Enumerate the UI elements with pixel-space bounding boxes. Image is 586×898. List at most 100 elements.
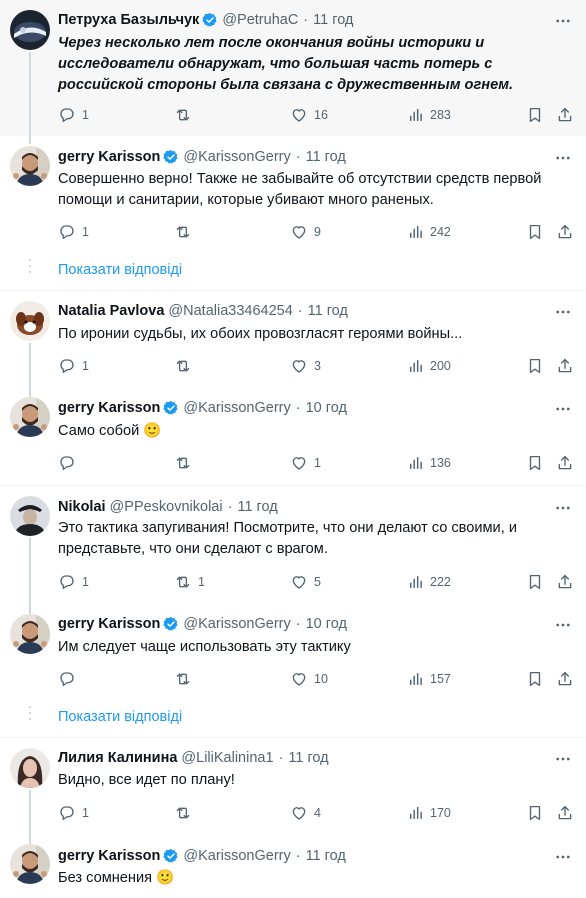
timestamp[interactable]: 11 год — [306, 848, 346, 864]
share-button[interactable] — [556, 453, 574, 473]
more-icon[interactable] — [554, 400, 572, 418]
like-button[interactable]: 3 — [290, 356, 321, 376]
share-button[interactable] — [556, 222, 574, 242]
tweet-reply[interactable]: gerry Karisson @KarissonGerry · 10 год С… — [0, 397, 586, 485]
share-button[interactable] — [556, 572, 574, 592]
views-button[interactable]: 157 — [408, 669, 451, 689]
timestamp[interactable]: 11 год — [288, 750, 328, 766]
retweet-button[interactable] — [174, 803, 198, 823]
tweet-reply[interactable]: Nikolai @PPeskovnikolai · 11 год Это так… — [0, 486, 586, 604]
like-button[interactable]: 10 — [290, 669, 328, 689]
retweet-button[interactable] — [174, 453, 198, 473]
author-handle[interactable]: @Natalia33464254 — [168, 303, 292, 319]
reply-icon — [58, 106, 76, 124]
author-name[interactable]: gerry Karisson — [58, 848, 160, 864]
bookmark-button[interactable] — [526, 105, 544, 125]
bookmark-button[interactable] — [526, 453, 544, 473]
share-icon — [556, 357, 574, 375]
author-handle[interactable]: @LiliKalinina1 — [181, 750, 273, 766]
like-button[interactable]: 16 — [290, 105, 328, 125]
retweet-button[interactable] — [174, 356, 198, 376]
tweet-reply[interactable]: gerry Karisson @KarissonGerry · 10 год И… — [0, 614, 586, 700]
author-name[interactable]: gerry Karisson — [58, 616, 160, 632]
bookmark-button[interactable] — [526, 356, 544, 376]
author-handle[interactable]: @KarissonGerry — [183, 149, 290, 165]
tweet-reply[interactable]: gerry Karisson @KarissonGerry · 11 год Б… — [0, 844, 586, 898]
thread-line — [29, 343, 31, 397]
like-button[interactable]: 1 — [290, 453, 321, 473]
reply-button[interactable]: 1 — [58, 803, 89, 823]
reply-button[interactable]: 1 — [58, 222, 89, 242]
retweet-button[interactable]: 1 — [174, 572, 205, 592]
tweet-header: Natalia Pavlova @Natalia33464254 · 11 го… — [58, 301, 348, 321]
retweet-button[interactable] — [174, 222, 198, 242]
bookmark-icon — [526, 223, 544, 241]
tweet-main[interactable]: Петруха Базыльчук @PetruhaC · 11 год Чер… — [0, 0, 586, 136]
timestamp[interactable]: 10 год — [306, 616, 347, 632]
views-button[interactable]: 242 — [408, 222, 451, 242]
author-name[interactable]: Петруха Базыльчук — [58, 12, 199, 28]
bookmark-button[interactable] — [526, 803, 544, 823]
reply-button[interactable]: 1 — [58, 572, 89, 592]
author-handle[interactable]: @PetruhaC — [222, 12, 298, 28]
share-button[interactable] — [556, 669, 574, 689]
author-handle[interactable]: @KarissonGerry — [183, 848, 290, 864]
timestamp[interactable]: 10 год — [306, 400, 347, 416]
tweet-actions: 1 4 170 — [58, 803, 578, 823]
avatar[interactable] — [10, 844, 50, 884]
timestamp[interactable]: 11 год — [237, 499, 277, 515]
bookmark-button[interactable] — [526, 222, 544, 242]
reply-button[interactable]: 1 — [58, 105, 89, 125]
author-handle[interactable]: @PPeskovnikolai — [110, 499, 223, 515]
author-name[interactable]: Nikolai — [58, 499, 106, 515]
more-icon[interactable] — [554, 750, 572, 768]
like-button[interactable]: 9 — [290, 222, 321, 242]
retweet-button[interactable] — [174, 105, 198, 125]
avatar[interactable] — [10, 614, 50, 654]
more-icon[interactable] — [554, 499, 572, 517]
views-button[interactable]: 136 — [408, 453, 451, 473]
author-name[interactable]: Natalia Pavlova — [58, 303, 164, 319]
author-handle[interactable]: @KarissonGerry — [183, 616, 290, 632]
timestamp[interactable]: 11 год — [308, 303, 348, 319]
timestamp[interactable]: 11 год — [313, 12, 353, 28]
reply-button[interactable] — [58, 669, 82, 689]
tweet-reply[interactable]: Natalia Pavlova @Natalia33464254 · 11 го… — [0, 291, 586, 397]
reply-button[interactable] — [58, 453, 82, 473]
views-button[interactable]: 170 — [408, 803, 451, 823]
more-icon[interactable] — [554, 848, 572, 866]
retweet-button[interactable] — [174, 669, 198, 689]
author-name[interactable]: gerry Karisson — [58, 149, 160, 165]
tweet-reply[interactable]: Лилия Калинина @LiliKalinina1 · 11 год В… — [0, 738, 586, 842]
bookmark-button[interactable] — [526, 669, 544, 689]
avatar[interactable] — [10, 146, 50, 186]
tweet-header: Nikolai @PPeskovnikolai · 11 год — [58, 497, 278, 517]
tweet-reply[interactable]: gerry Karisson @KarissonGerry · 11 год С… — [0, 136, 586, 254]
retweet-icon — [174, 573, 192, 591]
author-name[interactable]: gerry Karisson — [58, 400, 160, 416]
author-name[interactable]: Лилия Калинина — [58, 750, 177, 766]
avatar[interactable] — [10, 496, 50, 536]
more-icon[interactable] — [554, 616, 572, 634]
avatar[interactable] — [10, 10, 50, 50]
like-button[interactable]: 5 — [290, 572, 321, 592]
avatar[interactable] — [10, 397, 50, 437]
reply-button[interactable]: 1 — [58, 356, 89, 376]
bookmark-button[interactable] — [526, 572, 544, 592]
views-button[interactable]: 283 — [408, 105, 451, 125]
share-button[interactable] — [556, 803, 574, 823]
more-icon[interactable] — [554, 303, 572, 321]
more-icon[interactable] — [554, 149, 572, 167]
share-button[interactable] — [556, 356, 574, 376]
author-handle[interactable]: @KarissonGerry — [183, 400, 290, 416]
share-button[interactable] — [556, 105, 574, 125]
views-button[interactable]: 200 — [408, 356, 451, 376]
avatar[interactable] — [10, 748, 50, 788]
timestamp[interactable]: 11 год — [306, 149, 346, 165]
show-replies-link[interactable]: Показати відповіді — [58, 709, 182, 725]
show-replies-link[interactable]: Показати відповіді — [58, 262, 182, 278]
more-icon[interactable] — [554, 12, 572, 30]
views-button[interactable]: 222 — [408, 572, 451, 592]
avatar[interactable] — [10, 301, 50, 341]
like-button[interactable]: 4 — [290, 803, 321, 823]
